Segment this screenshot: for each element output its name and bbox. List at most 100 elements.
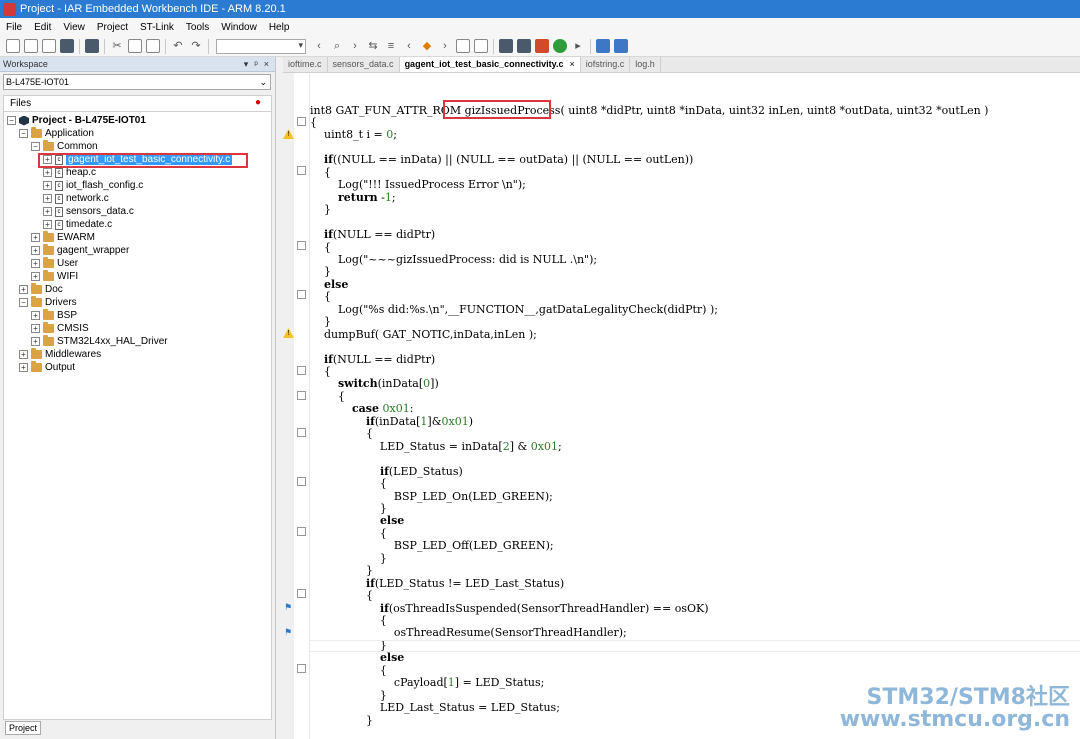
tree-node-common[interactable]: − Common — [31, 140, 98, 153]
tree-node-cmsis[interactable]: + CMSIS — [31, 322, 89, 335]
tool-icon[interactable] — [596, 39, 610, 53]
configuration-select[interactable]: B-L475E-IOT01 ⌄ — [3, 74, 271, 90]
menu-window[interactable]: Window — [215, 22, 263, 33]
tree-node-doc[interactable]: + Doc — [19, 283, 63, 296]
expand-icon[interactable]: + — [31, 272, 40, 281]
save-icon[interactable] — [42, 39, 56, 53]
close-icon[interactable]: × — [569, 59, 574, 69]
editor-tab[interactable]: log.h — [630, 57, 661, 72]
tree-node-hal-driver[interactable]: + STM32L4xx_HAL_Driver — [31, 335, 168, 348]
goto-icon[interactable]: ≡ — [384, 39, 398, 53]
nav-forward-icon[interactable]: › — [438, 39, 452, 53]
cut-icon[interactable]: ✂ — [110, 39, 124, 53]
bookmark-marker-icon[interactable]: ⚑ — [284, 602, 294, 612]
copy-icon[interactable] — [128, 39, 142, 53]
expand-icon[interactable]: + — [43, 207, 52, 216]
new-file-icon[interactable] — [6, 39, 20, 53]
fold-marker-icon[interactable] — [297, 241, 306, 250]
tree-node-middlewares[interactable]: + Middlewares — [19, 348, 101, 361]
bookmark-marker-icon[interactable]: ⚑ — [284, 627, 294, 637]
print-icon[interactable] — [85, 39, 99, 53]
breakpoint-icon[interactable] — [535, 39, 549, 53]
undo-icon[interactable]: ↶ — [171, 39, 185, 53]
menu-st-link[interactable]: ST-Link — [134, 22, 180, 33]
download-debug-icon[interactable] — [553, 39, 567, 53]
editor-tab-active[interactable]: gagent_iot_test_basic_connectivity.c × — [399, 57, 581, 72]
save-all-icon[interactable] — [60, 39, 74, 53]
expand-icon[interactable]: + — [31, 259, 40, 268]
expand-icon[interactable]: + — [43, 220, 52, 229]
tree-node-ewarm[interactable]: + EWARM — [31, 231, 95, 244]
fold-marker-icon[interactable] — [297, 428, 306, 437]
compile-icon[interactable] — [456, 39, 470, 53]
tree-node-application[interactable]: − Application — [19, 127, 94, 140]
tree-node-bsp[interactable]: + BSP — [31, 309, 77, 322]
toggle-breakpoint-icon[interactable] — [517, 39, 531, 53]
fold-marker-icon[interactable] — [297, 391, 306, 400]
expand-icon[interactable]: + — [31, 246, 40, 255]
menu-project[interactable]: Project — [91, 22, 134, 33]
open-file-icon[interactable] — [24, 39, 38, 53]
stop-build-icon[interactable] — [499, 39, 513, 53]
forward-icon[interactable]: › — [348, 39, 362, 53]
fold-marker-icon[interactable] — [297, 477, 306, 486]
menu-help[interactable]: Help — [263, 22, 296, 33]
expand-icon[interactable]: + — [19, 350, 28, 359]
tree-node-file[interactable]: + c iot_flash_config.c — [43, 179, 143, 192]
expand-icon[interactable]: + — [31, 311, 40, 320]
tree-node-gagent-wrapper[interactable]: + gagent_wrapper — [31, 244, 129, 257]
debug-without-download-icon[interactable]: ▸ — [571, 39, 585, 53]
expand-icon[interactable]: + — [43, 194, 52, 203]
nav-back-icon[interactable]: ‹ — [402, 39, 416, 53]
fold-marker-icon[interactable] — [297, 290, 306, 299]
tree-node-project[interactable]: − Project - B-L475E-IOT01 — [7, 114, 146, 127]
back-icon[interactable]: ‹ — [312, 39, 326, 53]
make-icon[interactable] — [474, 39, 488, 53]
expand-icon[interactable]: + — [31, 233, 40, 242]
expand-icon[interactable]: + — [43, 181, 52, 190]
tree-node-user[interactable]: + User — [31, 257, 78, 270]
fold-marker-icon[interactable] — [297, 166, 306, 175]
menu-edit[interactable]: Edit — [28, 22, 57, 33]
collapse-icon[interactable]: − — [31, 142, 40, 151]
editor-gutter[interactable] — [280, 73, 294, 739]
fold-marker-icon[interactable] — [297, 117, 306, 126]
editor-tab[interactable]: iofstring.c — [581, 57, 631, 72]
fold-marker-icon[interactable] — [297, 366, 306, 375]
expand-icon[interactable]: + — [43, 168, 52, 177]
fold-marker-icon[interactable] — [297, 589, 306, 598]
collapse-icon[interactable]: − — [19, 129, 28, 138]
tree-node-file[interactable]: + c timedate.c — [43, 218, 112, 231]
menu-file[interactable]: File — [0, 22, 28, 33]
expand-icon[interactable]: + — [19, 363, 28, 372]
fold-marker-icon[interactable] — [297, 664, 306, 673]
editor-tab[interactable]: sensors_data.c — [328, 57, 400, 72]
collapse-icon[interactable]: − — [7, 116, 16, 125]
expand-icon[interactable]: + — [31, 337, 40, 346]
workspace-tab-project[interactable]: Project — [5, 721, 41, 735]
tool-icon-2[interactable] — [614, 39, 628, 53]
find-combo[interactable] — [216, 38, 306, 54]
fold-marker-icon[interactable] — [297, 527, 306, 536]
bookmark-icon[interactable]: ◆ — [420, 39, 434, 53]
replace-icon[interactable]: ⇆ — [366, 39, 380, 53]
menu-view[interactable]: View — [57, 22, 91, 33]
tree-node-file[interactable]: + c network.c — [43, 192, 109, 205]
project-icon — [19, 115, 29, 126]
workspace-pin-icon[interactable]: ᵖ — [254, 59, 257, 70]
editor-tab[interactable]: ioftime.c — [283, 57, 328, 72]
workspace-close-icon[interactable]: × — [264, 59, 269, 70]
collapse-icon[interactable]: − — [19, 298, 28, 307]
tree-node-file[interactable]: + c sensors_data.c — [43, 205, 134, 218]
menu-tools[interactable]: Tools — [180, 22, 215, 33]
code-line: } — [310, 564, 373, 578]
find-icon[interactable]: ⌕ — [330, 39, 344, 53]
redo-icon[interactable]: ↷ — [189, 39, 203, 53]
tree-node-drivers[interactable]: − Drivers — [19, 296, 77, 309]
expand-icon[interactable]: + — [19, 285, 28, 294]
tree-node-output[interactable]: + Output — [19, 361, 75, 374]
paste-icon[interactable] — [146, 39, 160, 53]
tree-node-wifi[interactable]: + WIFI — [31, 270, 78, 283]
workspace-dropdown-icon[interactable]: ▾ — [244, 59, 249, 70]
expand-icon[interactable]: + — [31, 324, 40, 333]
